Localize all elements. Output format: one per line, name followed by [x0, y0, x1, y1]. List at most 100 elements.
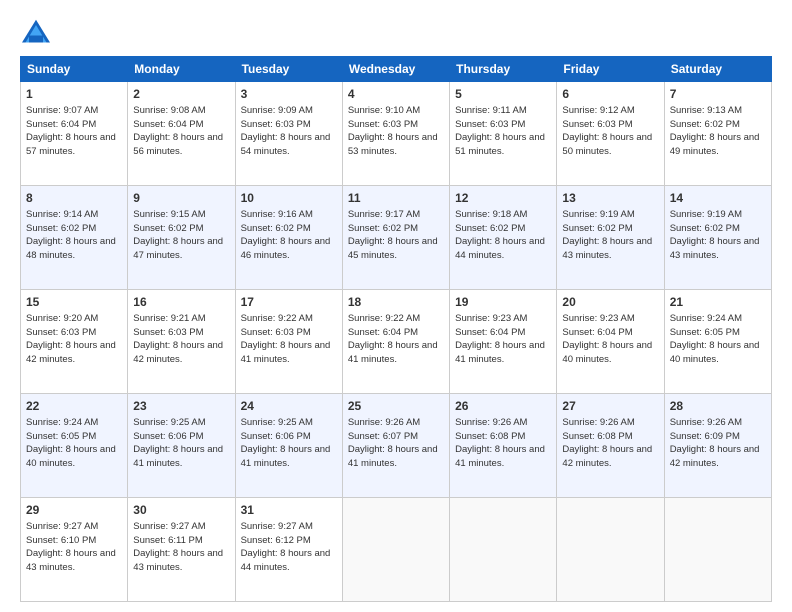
day-detail: Sunrise: 9:22 AMSunset: 6:04 PMDaylight:… [348, 312, 444, 367]
page: SundayMondayTuesdayWednesdayThursdayFrid… [0, 0, 792, 612]
week-row-3: 15Sunrise: 9:20 AMSunset: 6:03 PMDayligh… [21, 290, 772, 394]
day-number: 31 [241, 502, 337, 519]
day-cell: 31Sunrise: 9:27 AMSunset: 6:12 PMDayligh… [235, 498, 342, 602]
logo-icon [20, 18, 52, 46]
day-number: 4 [348, 86, 444, 103]
day-cell: 1Sunrise: 9:07 AMSunset: 6:04 PMDaylight… [21, 82, 128, 186]
day-number: 19 [455, 294, 551, 311]
day-detail: Sunrise: 9:25 AMSunset: 6:06 PMDaylight:… [133, 416, 229, 471]
day-number: 24 [241, 398, 337, 415]
day-detail: Sunrise: 9:16 AMSunset: 6:02 PMDaylight:… [241, 208, 337, 263]
day-number: 10 [241, 190, 337, 207]
day-cell: 27Sunrise: 9:26 AMSunset: 6:08 PMDayligh… [557, 394, 664, 498]
day-cell: 25Sunrise: 9:26 AMSunset: 6:07 PMDayligh… [342, 394, 449, 498]
day-cell: 20Sunrise: 9:23 AMSunset: 6:04 PMDayligh… [557, 290, 664, 394]
day-detail: Sunrise: 9:26 AMSunset: 6:09 PMDaylight:… [670, 416, 766, 471]
day-detail: Sunrise: 9:26 AMSunset: 6:07 PMDaylight:… [348, 416, 444, 471]
day-cell: 24Sunrise: 9:25 AMSunset: 6:06 PMDayligh… [235, 394, 342, 498]
day-detail: Sunrise: 9:10 AMSunset: 6:03 PMDaylight:… [348, 104, 444, 159]
day-cell: 6Sunrise: 9:12 AMSunset: 6:03 PMDaylight… [557, 82, 664, 186]
day-detail: Sunrise: 9:20 AMSunset: 6:03 PMDaylight:… [26, 312, 122, 367]
day-number: 18 [348, 294, 444, 311]
day-cell [664, 498, 771, 602]
day-detail: Sunrise: 9:23 AMSunset: 6:04 PMDaylight:… [455, 312, 551, 367]
day-detail: Sunrise: 9:07 AMSunset: 6:04 PMDaylight:… [26, 104, 122, 159]
day-detail: Sunrise: 9:19 AMSunset: 6:02 PMDaylight:… [562, 208, 658, 263]
day-cell: 4Sunrise: 9:10 AMSunset: 6:03 PMDaylight… [342, 82, 449, 186]
day-number: 14 [670, 190, 766, 207]
day-detail: Sunrise: 9:27 AMSunset: 6:12 PMDaylight:… [241, 520, 337, 575]
day-cell: 22Sunrise: 9:24 AMSunset: 6:05 PMDayligh… [21, 394, 128, 498]
day-detail: Sunrise: 9:25 AMSunset: 6:06 PMDaylight:… [241, 416, 337, 471]
day-cell: 3Sunrise: 9:09 AMSunset: 6:03 PMDaylight… [235, 82, 342, 186]
day-detail: Sunrise: 9:21 AMSunset: 6:03 PMDaylight:… [133, 312, 229, 367]
day-cell: 18Sunrise: 9:22 AMSunset: 6:04 PMDayligh… [342, 290, 449, 394]
day-cell: 9Sunrise: 9:15 AMSunset: 6:02 PMDaylight… [128, 186, 235, 290]
day-cell: 8Sunrise: 9:14 AMSunset: 6:02 PMDaylight… [21, 186, 128, 290]
day-number: 2 [133, 86, 229, 103]
day-cell: 10Sunrise: 9:16 AMSunset: 6:02 PMDayligh… [235, 186, 342, 290]
calendar-table: SundayMondayTuesdayWednesdayThursdayFrid… [20, 56, 772, 602]
day-cell: 5Sunrise: 9:11 AMSunset: 6:03 PMDaylight… [450, 82, 557, 186]
day-number: 26 [455, 398, 551, 415]
week-row-2: 8Sunrise: 9:14 AMSunset: 6:02 PMDaylight… [21, 186, 772, 290]
col-header-friday: Friday [557, 57, 664, 82]
day-cell [342, 498, 449, 602]
header [20, 18, 772, 46]
day-number: 9 [133, 190, 229, 207]
day-cell: 29Sunrise: 9:27 AMSunset: 6:10 PMDayligh… [21, 498, 128, 602]
day-cell: 2Sunrise: 9:08 AMSunset: 6:04 PMDaylight… [128, 82, 235, 186]
col-header-tuesday: Tuesday [235, 57, 342, 82]
day-detail: Sunrise: 9:26 AMSunset: 6:08 PMDaylight:… [455, 416, 551, 471]
day-number: 17 [241, 294, 337, 311]
day-number: 3 [241, 86, 337, 103]
col-header-wednesday: Wednesday [342, 57, 449, 82]
day-cell: 19Sunrise: 9:23 AMSunset: 6:04 PMDayligh… [450, 290, 557, 394]
header-row: SundayMondayTuesdayWednesdayThursdayFrid… [21, 57, 772, 82]
day-number: 20 [562, 294, 658, 311]
day-number: 12 [455, 190, 551, 207]
day-detail: Sunrise: 9:15 AMSunset: 6:02 PMDaylight:… [133, 208, 229, 263]
day-number: 6 [562, 86, 658, 103]
col-header-saturday: Saturday [664, 57, 771, 82]
day-detail: Sunrise: 9:14 AMSunset: 6:02 PMDaylight:… [26, 208, 122, 263]
day-detail: Sunrise: 9:27 AMSunset: 6:11 PMDaylight:… [133, 520, 229, 575]
day-cell: 16Sunrise: 9:21 AMSunset: 6:03 PMDayligh… [128, 290, 235, 394]
day-detail: Sunrise: 9:08 AMSunset: 6:04 PMDaylight:… [133, 104, 229, 159]
day-number: 11 [348, 190, 444, 207]
day-detail: Sunrise: 9:24 AMSunset: 6:05 PMDaylight:… [670, 312, 766, 367]
day-cell [557, 498, 664, 602]
week-row-4: 22Sunrise: 9:24 AMSunset: 6:05 PMDayligh… [21, 394, 772, 498]
day-detail: Sunrise: 9:09 AMSunset: 6:03 PMDaylight:… [241, 104, 337, 159]
day-cell: 30Sunrise: 9:27 AMSunset: 6:11 PMDayligh… [128, 498, 235, 602]
day-number: 13 [562, 190, 658, 207]
day-number: 27 [562, 398, 658, 415]
day-cell: 23Sunrise: 9:25 AMSunset: 6:06 PMDayligh… [128, 394, 235, 498]
day-cell [450, 498, 557, 602]
day-number: 29 [26, 502, 122, 519]
day-detail: Sunrise: 9:18 AMSunset: 6:02 PMDaylight:… [455, 208, 551, 263]
day-detail: Sunrise: 9:27 AMSunset: 6:10 PMDaylight:… [26, 520, 122, 575]
day-detail: Sunrise: 9:23 AMSunset: 6:04 PMDaylight:… [562, 312, 658, 367]
col-header-monday: Monday [128, 57, 235, 82]
day-cell: 7Sunrise: 9:13 AMSunset: 6:02 PMDaylight… [664, 82, 771, 186]
day-detail: Sunrise: 9:11 AMSunset: 6:03 PMDaylight:… [455, 104, 551, 159]
day-number: 1 [26, 86, 122, 103]
day-cell: 28Sunrise: 9:26 AMSunset: 6:09 PMDayligh… [664, 394, 771, 498]
day-cell: 21Sunrise: 9:24 AMSunset: 6:05 PMDayligh… [664, 290, 771, 394]
day-detail: Sunrise: 9:26 AMSunset: 6:08 PMDaylight:… [562, 416, 658, 471]
day-number: 15 [26, 294, 122, 311]
day-cell: 26Sunrise: 9:26 AMSunset: 6:08 PMDayligh… [450, 394, 557, 498]
day-cell: 12Sunrise: 9:18 AMSunset: 6:02 PMDayligh… [450, 186, 557, 290]
day-cell: 11Sunrise: 9:17 AMSunset: 6:02 PMDayligh… [342, 186, 449, 290]
day-detail: Sunrise: 9:13 AMSunset: 6:02 PMDaylight:… [670, 104, 766, 159]
col-header-thursday: Thursday [450, 57, 557, 82]
day-detail: Sunrise: 9:12 AMSunset: 6:03 PMDaylight:… [562, 104, 658, 159]
day-number: 23 [133, 398, 229, 415]
day-cell: 17Sunrise: 9:22 AMSunset: 6:03 PMDayligh… [235, 290, 342, 394]
col-header-sunday: Sunday [21, 57, 128, 82]
day-number: 21 [670, 294, 766, 311]
day-number: 30 [133, 502, 229, 519]
day-number: 16 [133, 294, 229, 311]
day-detail: Sunrise: 9:17 AMSunset: 6:02 PMDaylight:… [348, 208, 444, 263]
